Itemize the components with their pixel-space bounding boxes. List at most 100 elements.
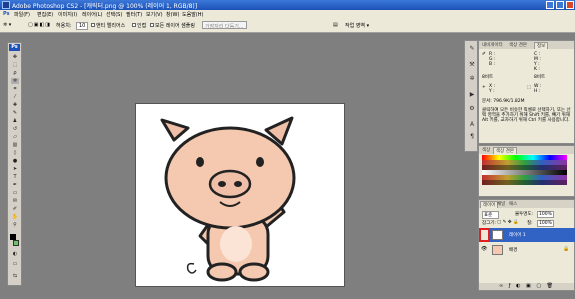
- layer-comps-icon[interactable]: ⚙: [468, 105, 476, 113]
- actions-palette-icon[interactable]: ▶: [468, 91, 476, 99]
- brushes-palette-icon[interactable]: ✎: [468, 45, 476, 53]
- brush-tool-icon[interactable]: ✎: [11, 110, 19, 116]
- lock-label: 잠그기:: [482, 221, 496, 226]
- eyedropper-info-icon: ✐: [482, 52, 486, 57]
- menu-view[interactable]: 보기(V): [146, 11, 163, 18]
- menu-image[interactable]: 이미지(I): [58, 11, 77, 18]
- layer-name: 레이어 1: [509, 233, 526, 238]
- selection-size-icon: ⬚: [527, 85, 532, 90]
- pig-character-illustration: [160, 116, 296, 282]
- document-canvas[interactable]: [135, 103, 345, 287]
- tool-hint-text: 클릭하여 모든 비슷한 픽셀로 선택하기, 또는 선택 영역을 추가하기 위해 …: [482, 108, 571, 123]
- clone-stamp-icon[interactable]: ♟: [11, 118, 19, 124]
- menu-filter[interactable]: 필터(T): [126, 11, 142, 18]
- ps-logo-icon: Ps: [3, 11, 10, 17]
- menu-help[interactable]: 도움말(H): [182, 11, 203, 18]
- tool-presets-icon[interactable]: ⚒: [468, 61, 476, 69]
- info-panel: 내비게이터 색상 견본 정보 ✐ R : G : B : C : M : Y :…: [478, 40, 575, 144]
- marquee-tool-icon[interactable]: ⬚: [11, 62, 19, 68]
- menu-bar: Ps 파일(F) 편집(E) 이미지(I) 레이어(L) 선택(S) 필터(T)…: [0, 10, 575, 19]
- options-bar: ✲ ▾ ▢▣◧◨ 허용치: 10 앤티 앨리어스 인접 모든 레이어 샘플링 가…: [0, 19, 575, 33]
- magic-wand-tool-icon[interactable]: ✲: [11, 78, 19, 84]
- swatches-panel-tabs: 색상 색상 견본: [479, 146, 574, 154]
- background-color-swatch[interactable]: [13, 240, 19, 246]
- gradient-tool-icon[interactable]: ▥: [11, 142, 19, 148]
- tab-channels[interactable]: 채널: [495, 201, 507, 208]
- tab-histogram[interactable]: 색상 견본: [507, 42, 529, 49]
- layer-name: 배경: [509, 248, 518, 253]
- title-bar: Adobe Photoshop CS2 - [캐릭터.png @ 100% (레…: [0, 0, 575, 10]
- move-tool-icon[interactable]: ✥: [11, 54, 19, 60]
- info-b: B :: [489, 62, 496, 67]
- info-h: H :: [534, 89, 541, 94]
- tab-navigator[interactable]: 내비게이터: [480, 42, 505, 49]
- tab-info[interactable]: 정보: [534, 42, 549, 49]
- character-palette-icon[interactable]: A: [468, 121, 476, 129]
- layers-panel-tabs: 레이어 채널 패스: [479, 200, 574, 208]
- minimize-button[interactable]: [546, 1, 554, 9]
- type-tool-icon[interactable]: T: [11, 174, 19, 180]
- layers-panel-footer-icons[interactable]: ∞ ƒ ◐ ▣ ▢ 🗑: [479, 283, 574, 290]
- crop-tool-icon[interactable]: ⌗: [11, 86, 19, 92]
- all-layers-label: 모든 레이어 샘플링: [155, 23, 195, 29]
- fill-input[interactable]: 100%: [537, 220, 554, 227]
- pen-tool-icon[interactable]: ✒: [11, 182, 19, 188]
- selection-mode-icons[interactable]: ▢▣◧◨: [28, 22, 51, 28]
- workspace-menu[interactable]: 작업 영역 ▾: [345, 22, 369, 29]
- history-brush-icon[interactable]: ↺: [11, 126, 19, 132]
- blur-tool-icon[interactable]: ◊: [11, 150, 19, 156]
- lock-icon: 🔒: [563, 246, 570, 252]
- lock-icons[interactable]: ▢ ✎ ✥ 🔒: [497, 220, 519, 225]
- menu-select[interactable]: 선택(S): [106, 11, 122, 18]
- info-k: K :: [534, 67, 540, 72]
- tab-color[interactable]: 색상: [480, 147, 492, 154]
- eye-icon[interactable]: 👁: [481, 246, 487, 252]
- menu-window[interactable]: 창(W): [166, 11, 179, 18]
- ps-toolbox-logo-icon: Ps: [9, 44, 20, 51]
- magic-wand-preset-icon[interactable]: ✲ ▾: [3, 22, 11, 28]
- menu-layer[interactable]: 레이어(L): [82, 11, 103, 18]
- contiguous-checkbox[interactable]: [132, 23, 136, 27]
- all-layers-checkbox[interactable]: [150, 23, 154, 27]
- paragraph-palette-icon[interactable]: ¶: [468, 133, 476, 141]
- screen-mode-icon[interactable]: ▭: [11, 261, 19, 267]
- tab-paths[interactable]: 패스: [507, 201, 519, 208]
- menu-edit[interactable]: 편집(E): [37, 11, 53, 18]
- menu-file[interactable]: 파일(F): [14, 11, 30, 18]
- tab-swatches[interactable]: 색상 견본: [493, 147, 517, 154]
- opacity-input[interactable]: 100%: [537, 211, 554, 218]
- eraser-tool-icon[interactable]: ▱: [11, 134, 19, 140]
- eyedropper-tool-icon[interactable]: ✐: [11, 206, 19, 212]
- swatch-grid[interactable]: [482, 155, 567, 185]
- blend-mode-select[interactable]: 표준: [482, 211, 500, 219]
- notes-tool-icon[interactable]: ✉: [11, 198, 19, 204]
- quick-mask-icon[interactable]: ◐: [11, 251, 19, 257]
- close-button[interactable]: [566, 1, 574, 9]
- layer-thumbnail: [492, 245, 503, 255]
- tolerance-input[interactable]: 10: [76, 22, 89, 30]
- lasso-tool-icon[interactable]: ρ: [11, 70, 19, 76]
- photoshop-app-icon: [2, 1, 10, 9]
- zoom-tool-icon[interactable]: ⚲: [11, 222, 19, 228]
- imageready-icon[interactable]: ⇆: [11, 273, 19, 279]
- maximize-button[interactable]: [556, 1, 564, 9]
- antialias-checkbox[interactable]: [91, 23, 95, 27]
- tolerance-label: 허용치:: [56, 23, 72, 29]
- slice-tool-icon[interactable]: ⁄: [11, 94, 19, 100]
- swatches-panel: 색상 색상 견본: [478, 145, 575, 197]
- palette-well-icon[interactable]: ▤: [333, 22, 338, 28]
- path-selection-icon[interactable]: ➤: [11, 166, 19, 172]
- history-palette-icon[interactable]: ✲: [468, 75, 476, 83]
- hand-tool-icon[interactable]: ✋: [11, 214, 19, 220]
- antialias-label: 앤티 앨리어스: [96, 23, 126, 29]
- dodge-tool-icon[interactable]: ●: [11, 158, 19, 164]
- shape-tool-icon[interactable]: ▭: [11, 190, 19, 196]
- layer-row-layer1[interactable]: 레이어 1: [479, 228, 575, 242]
- crosshair-info-icon: +: [482, 85, 486, 90]
- opacity-label: 불투명도:: [515, 212, 534, 217]
- layer-thumbnail: [492, 230, 503, 240]
- layer-visibility-toggle-highlight[interactable]: [479, 228, 490, 242]
- healing-brush-icon[interactable]: ✚: [11, 102, 19, 108]
- refine-edge-button[interactable]: 가장자리 다듬기...: [202, 21, 247, 30]
- layer-row-background[interactable]: 👁 배경 🔒: [479, 243, 575, 257]
